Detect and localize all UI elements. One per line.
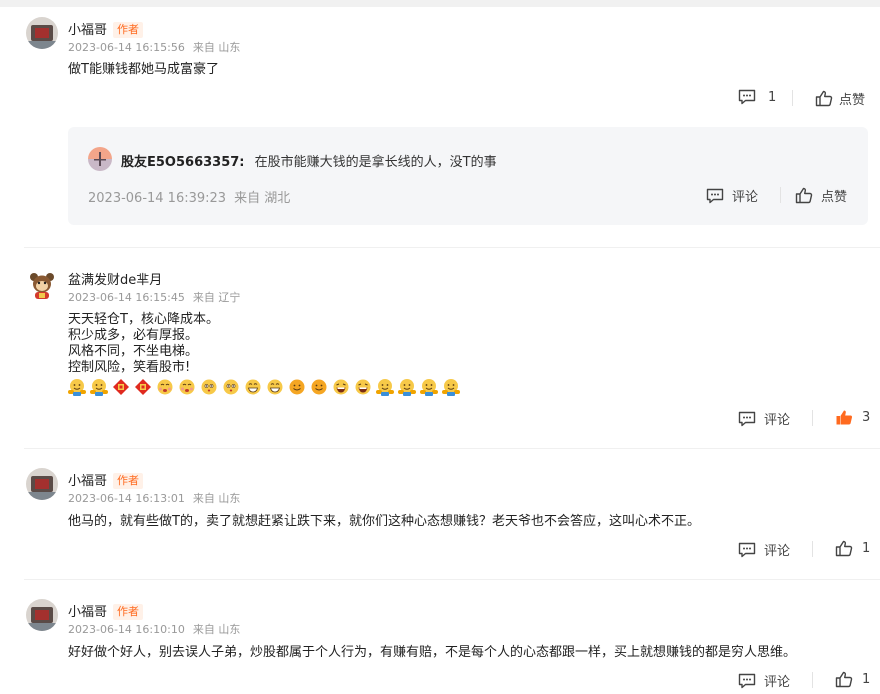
reply-location: 来自 湖北 — [234, 191, 291, 206]
hug-emoji-icon — [376, 378, 394, 396]
thumbs-up-icon — [835, 671, 853, 688]
divider — [24, 247, 880, 248]
smile-emoji-icon — [310, 378, 328, 396]
text-line: 控制风险，笑看股市! — [68, 360, 191, 375]
avatar[interactable] — [26, 599, 58, 631]
reply-count: 1 — [768, 89, 777, 105]
reply-like-button[interactable]: 点赞 — [795, 186, 847, 205]
hug-emoji-icon — [90, 378, 108, 396]
reply-user-name[interactable]: 股友E5O5663357: — [121, 155, 245, 170]
author-badge: 作者 — [113, 473, 144, 489]
divider — [24, 448, 880, 449]
hug-emoji-icon — [68, 378, 86, 396]
reply-meta: 2023-06-14 16:39:23 来自 湖北 — [88, 187, 290, 206]
like-count: 1 — [862, 672, 871, 687]
comment-icon — [738, 89, 756, 105]
reply-comment-label: 评论 — [732, 190, 759, 205]
text-line: 天天轻仓T，核心降成本。 — [68, 312, 219, 327]
like-button[interactable]: 1 — [835, 540, 870, 557]
shy-emoji-icon — [222, 378, 240, 396]
avatar[interactable] — [26, 468, 58, 500]
thumbs-up-icon — [835, 540, 853, 557]
timestamp: 2023-06-14 16:10:10 — [68, 623, 185, 636]
user-name[interactable]: 小福哥 — [68, 474, 107, 489]
location: 来自 山东 — [192, 492, 241, 505]
location: 来自 辽宁 — [192, 291, 241, 304]
comment-button[interactable]: 评论 — [738, 409, 790, 428]
timestamp: 2023-06-14 16:15:45 — [68, 291, 185, 304]
action-divider — [792, 90, 793, 106]
emoji-row — [68, 378, 464, 396]
top-border — [0, 0, 880, 7]
like-label: 点赞 — [839, 93, 866, 108]
reply-comment-button[interactable]: 评论 — [706, 186, 758, 205]
laugh-emoji-icon — [332, 378, 350, 396]
reply-button[interactable]: 1 — [738, 89, 776, 105]
like-count: 3 — [862, 410, 871, 425]
grin-emoji-icon — [266, 378, 284, 396]
avatar[interactable] — [26, 268, 58, 300]
action-divider — [812, 541, 813, 557]
reply-timestamp: 2023-06-14 16:39:23 — [88, 191, 227, 206]
blush-emoji-icon — [156, 378, 174, 396]
comment-text: 好好做个好人，别去误人子弟，炒股都属于个人行为，有赚有赔，不是每个人的心态都跟一… — [68, 645, 797, 660]
like-button[interactable]: 点赞 — [815, 89, 865, 108]
comment-icon — [738, 411, 756, 426]
like-count: 1 — [862, 541, 871, 556]
fortune-emoji-icon — [112, 378, 130, 396]
hug-emoji-icon — [442, 378, 460, 396]
comment-meta: 2023-06-14 16:15:56 来自 山东 — [68, 39, 240, 55]
comment-button[interactable]: 评论 — [738, 540, 790, 559]
user-name[interactable]: 小福哥 — [68, 605, 107, 620]
reply-avatar[interactable] — [88, 147, 112, 171]
thumbs-up-icon — [795, 187, 813, 204]
blush-emoji-icon — [178, 378, 196, 396]
comment-meta: 2023-06-14 16:15:45 来自 辽宁 — [68, 289, 240, 305]
action-divider — [780, 187, 781, 203]
avatar[interactable] — [26, 17, 58, 49]
comment-icon — [706, 188, 724, 203]
reply-text: 在股市能赚大钱的是拿长线的人，没T的事 — [254, 155, 497, 170]
comment-label: 评论 — [764, 544, 791, 559]
comment-label: 评论 — [764, 413, 791, 428]
smile-emoji-icon — [288, 378, 306, 396]
comment-text: 做T能赚钱都她马成富豪了 — [68, 62, 219, 77]
user-name[interactable]: 小福哥 — [68, 23, 107, 38]
user-name[interactable]: 盆满发财de芈月 — [68, 269, 162, 288]
grin-emoji-icon — [244, 378, 262, 396]
comment-icon — [738, 673, 756, 688]
hug-emoji-icon — [398, 378, 416, 396]
comment-icon — [738, 542, 756, 557]
comment-text: 天天轻仓T，核心降成本。 积少成多，必有厚报。 风格不同，不坐电梯。 控制风险，… — [68, 312, 219, 376]
shy-emoji-icon — [200, 378, 218, 396]
fortune-emoji-icon — [134, 378, 152, 396]
author-badge: 作者 — [113, 604, 144, 620]
comment-label: 评论 — [764, 675, 791, 690]
author-badge: 作者 — [113, 22, 144, 38]
thumbs-up-icon — [815, 90, 833, 107]
comment-meta: 2023-06-14 16:13:01 来自 山东 — [68, 490, 240, 506]
comment-button[interactable]: 评论 — [738, 671, 790, 690]
text-line: 风格不同，不坐电梯。 — [68, 344, 199, 359]
location: 来自 山东 — [192, 623, 241, 636]
comment-text: 他马的，就有些做T的，卖了就想赶紧让跌下来，就你们这种心态想赚钱？老天爷也不会答… — [68, 514, 700, 529]
location: 来自 山东 — [192, 41, 241, 54]
laugh-emoji-icon — [354, 378, 372, 396]
like-button-active[interactable]: 3 — [835, 409, 870, 426]
divider — [24, 579, 880, 580]
like-button[interactable]: 1 — [835, 671, 870, 688]
timestamp: 2023-06-14 16:13:01 — [68, 492, 185, 505]
thumbs-up-filled-icon — [836, 410, 853, 425]
reply-box: 股友E5O5663357: 在股市能赚大钱的是拿长线的人，没T的事 2023-0… — [68, 127, 868, 225]
comment-meta: 2023-06-14 16:10:10 来自 山东 — [68, 621, 240, 637]
hug-emoji-icon — [420, 378, 438, 396]
timestamp: 2023-06-14 16:15:56 — [68, 41, 185, 54]
reply-like-label: 点赞 — [821, 190, 848, 205]
action-divider — [812, 672, 813, 688]
action-divider — [812, 410, 813, 426]
text-line: 积少成多，必有厚报。 — [68, 328, 199, 343]
